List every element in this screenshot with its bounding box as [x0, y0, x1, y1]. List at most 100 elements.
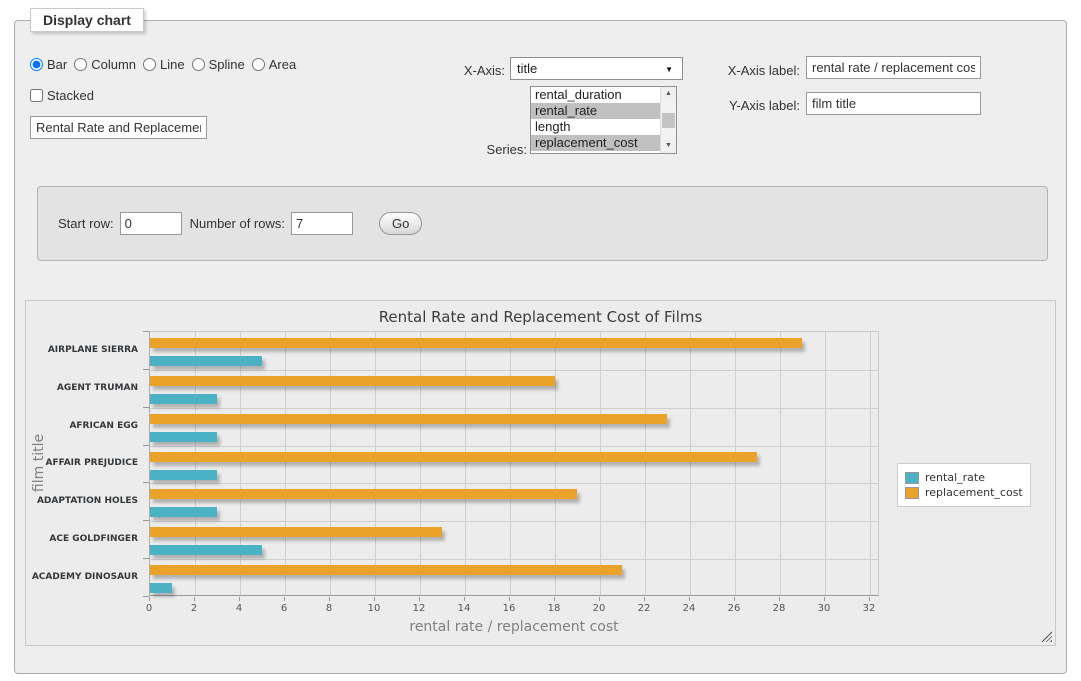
column-radio[interactable] [74, 58, 87, 71]
category-label: AFRICAN EGG [26, 407, 144, 445]
x-tick-mark [194, 597, 195, 601]
bar-rental_rate [150, 394, 217, 404]
radio-label: Column [91, 57, 136, 72]
area-radio[interactable] [252, 58, 265, 71]
series-multiselect[interactable]: rental_durationrental_ratelengthreplacem… [530, 86, 677, 154]
bar-replacement_cost [150, 376, 555, 386]
x-tick-label: 30 [818, 603, 831, 614]
x-tick-mark [554, 597, 555, 601]
chart-type-option-area[interactable]: Area [252, 57, 296, 72]
grid-line-x [735, 332, 736, 595]
series-select-label: Series: [400, 142, 527, 157]
x-tick-mark [239, 597, 240, 601]
x-tick-label: 4 [236, 603, 242, 614]
x-tick-mark [689, 597, 690, 601]
bar-radio[interactable] [30, 58, 43, 71]
x-tick-mark [599, 597, 600, 601]
grid-line-x [375, 332, 376, 595]
y-tick-mark [143, 520, 149, 521]
category-label: AFFAIR PREJUDICE [26, 445, 144, 483]
row-range-panel: Start row: Number of rows: Go [37, 186, 1048, 261]
x-tick-label: 6 [281, 603, 287, 614]
series-option-rental_duration[interactable]: rental_duration [531, 87, 660, 103]
grid-line-y [150, 408, 878, 409]
grid-line-x [780, 332, 781, 595]
x-tick-mark [734, 597, 735, 601]
x-axis-label-label: X-Axis label: [660, 63, 800, 78]
bar-rental_rate [150, 545, 262, 555]
x-tick-label: 20 [593, 603, 606, 614]
bar-replacement_cost [150, 565, 622, 575]
y-tick-mark [143, 407, 149, 408]
line-radio[interactable] [143, 58, 156, 71]
x-tick-label: 8 [326, 603, 332, 614]
x-tick-mark [644, 597, 645, 601]
spline-radio[interactable] [192, 58, 205, 71]
x-tick-label: 14 [458, 603, 471, 614]
stacked-label: Stacked [47, 88, 94, 103]
radio-label: Area [269, 57, 296, 72]
number-of-rows-input[interactable] [291, 212, 353, 235]
x-axis-label-input[interactable] [806, 56, 981, 79]
grid-line-x [600, 332, 601, 595]
y-axis-label-input[interactable] [806, 92, 981, 115]
grid-line-x [870, 332, 871, 595]
legend-label: rental_rate [925, 471, 985, 484]
x-tick-mark [824, 597, 825, 601]
grid-line-x [555, 332, 556, 595]
go-button[interactable]: Go [379, 212, 422, 235]
grid-line-y [150, 446, 878, 447]
chart-legend: rental_rate replacement_cost [897, 463, 1031, 507]
resize-grip-icon[interactable] [1041, 631, 1052, 642]
bar-replacement_cost [150, 489, 577, 499]
chart-type-option-spline[interactable]: Spline [192, 57, 245, 72]
bar-rental_rate [150, 356, 262, 366]
x-tick-label: 2 [191, 603, 197, 614]
x-tick-label: 22 [638, 603, 651, 614]
scrollbar-thumb[interactable] [662, 113, 675, 128]
series-list-scrollbar[interactable]: ▲ ▼ [660, 87, 676, 153]
category-label: ACADEMY DINOSAUR [26, 558, 144, 596]
grid-line-x [690, 332, 691, 595]
radio-label: Spline [209, 57, 245, 72]
start-row-input[interactable] [120, 212, 182, 235]
category-label: AIRPLANE SIERRA [26, 331, 144, 369]
bar-rental_rate [150, 507, 217, 517]
series-option-length[interactable]: length [531, 119, 660, 135]
series-option-rental_rate[interactable]: rental_rate [531, 103, 660, 119]
grid-line-x [240, 332, 241, 595]
chart-type-option-bar[interactable]: Bar [30, 57, 67, 72]
x-axis-select-label: X-Axis: [380, 63, 505, 78]
x-axis-select[interactable]: title ▼ [510, 57, 683, 80]
x-tick-label: 28 [773, 603, 786, 614]
chart-type-option-column[interactable]: Column [74, 57, 136, 72]
y-tick-mark [143, 596, 149, 597]
start-row-label: Start row: [58, 216, 114, 231]
y-tick-mark [143, 445, 149, 446]
grid-line-x [465, 332, 466, 595]
category-label: ADAPTATION HOLES [26, 482, 144, 520]
y-tick-mark [143, 331, 149, 332]
x-tick-label: 24 [683, 603, 696, 614]
series-option-replacement_cost[interactable]: replacement_cost [531, 135, 660, 151]
legend-swatch [905, 472, 919, 484]
bar-rental_rate [150, 432, 217, 442]
plot-area [149, 331, 879, 596]
category-label: ACE GOLDFINGER [26, 520, 144, 558]
grid-line-y [150, 483, 878, 484]
stacked-checkbox[interactable] [30, 89, 43, 102]
chart-type-option-line[interactable]: Line [143, 57, 185, 72]
bar-replacement_cost [150, 338, 802, 348]
x-tick-label: 10 [368, 603, 381, 614]
x-tick-mark [149, 597, 150, 601]
x-tick-mark [509, 597, 510, 601]
scroll-down-icon[interactable]: ▼ [661, 139, 676, 153]
number-of-rows-label: Number of rows: [190, 216, 285, 231]
grid-line-x [285, 332, 286, 595]
x-tick-mark [374, 597, 375, 601]
x-tick-mark [869, 597, 870, 601]
chart-title-input[interactable] [30, 116, 207, 139]
fieldset-legend: Display chart [30, 8, 144, 32]
legend-label: replacement_cost [925, 486, 1023, 499]
x-tick-label: 0 [146, 603, 152, 614]
